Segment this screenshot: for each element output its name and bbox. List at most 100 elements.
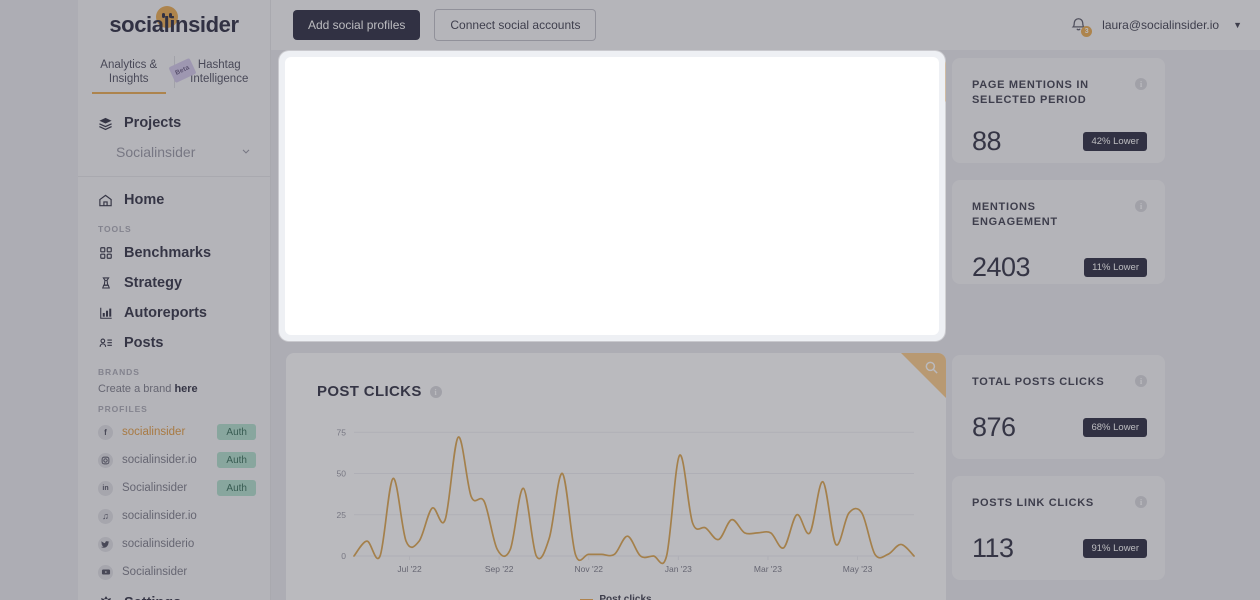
sidebar-item-projects[interactable]: Projects xyxy=(78,108,270,138)
user-menu-chevron-icon[interactable]: ▼ xyxy=(1233,20,1242,30)
tab-hashtag-line1: Hashtag xyxy=(197,59,241,71)
sidebar-item-autoreports[interactable]: Autoreports xyxy=(78,298,270,328)
projects-section: Projects Socialinsider xyxy=(78,94,270,166)
profile-item-tiktok[interactable]: ♫ socialinsider.io xyxy=(78,502,270,530)
kpi-value: 876 xyxy=(972,412,1016,442)
group-label-brands: BRANDS xyxy=(98,367,140,377)
clicks-expand-button[interactable] xyxy=(901,353,946,398)
profile-name: socialinsider.io xyxy=(122,510,197,522)
instagram-icon xyxy=(98,452,113,468)
tab-analytics-insights[interactable]: Analytics & Insights xyxy=(84,50,174,94)
sidebar-item-settings[interactable]: Settings xyxy=(78,588,270,600)
mentions-legend: Mentions xyxy=(286,284,946,295)
status-badge: 68% Lower xyxy=(1083,418,1147,437)
posts-label: Posts xyxy=(124,335,164,351)
kpi-row: 113 91% Lower xyxy=(972,533,1147,564)
tab-analytics-line1: Analytics & xyxy=(100,59,158,71)
posts-icon xyxy=(98,336,113,351)
twitter-icon xyxy=(98,536,113,552)
profile-name: Socialinsider xyxy=(122,566,188,578)
mentions-expand-button[interactable] xyxy=(901,57,946,102)
kpi-head: PAGE MENTIONS IN SELECTED PERIOD i xyxy=(972,78,1147,108)
kpi-value: 88 xyxy=(972,126,1002,156)
kpi-row: 88 42% Lower xyxy=(972,126,1147,157)
svg-text:15: 15 xyxy=(345,119,355,129)
svg-text:Sep '22: Sep '22 xyxy=(491,256,520,266)
sidebar-item-home[interactable]: Home xyxy=(78,185,270,215)
app-root: socialinsider Analytics & Insights Beta … xyxy=(0,0,1260,600)
legend-label: Post clicks xyxy=(599,594,652,600)
status-badge: 11% Lower xyxy=(1084,258,1147,277)
sidebar-item-benchmarks[interactable]: Benchmarks xyxy=(78,238,270,268)
kpi-posts-link-clicks: POSTS LINK CLICKS i 113 91% Lower xyxy=(952,476,1165,580)
kpi-label: TOTAL POSTS CLICKS xyxy=(972,376,1105,388)
svg-text:Sep '22: Sep '22 xyxy=(485,564,514,574)
kpi-label: PAGE MENTIONS IN SELECTED PERIOD xyxy=(972,79,1089,106)
group-label-tools: TOOLS xyxy=(98,224,132,234)
strategy-label: Strategy xyxy=(124,275,183,291)
kpi-value: 2403 xyxy=(972,252,1031,282)
grid-icon xyxy=(98,246,113,261)
kpi-head: MENTIONS ENGAGEMENT i xyxy=(972,200,1147,230)
info-icon[interactable]: i xyxy=(429,385,442,398)
youtube-icon xyxy=(98,564,113,580)
svg-text:0: 0 xyxy=(349,243,354,253)
kpi-value: 113 xyxy=(972,533,1014,563)
card-mentions-evolution: MENTIONS EVOLUTION i # of mentions 0 5 10 15… xyxy=(286,57,946,335)
tiktok-icon: ♫ xyxy=(98,508,113,524)
kpi-mentions-engagement: MENTIONS ENGAGEMENT i 2403 11% Lower xyxy=(952,180,1165,284)
notification-badge: 3 xyxy=(1081,26,1093,37)
profile-name: socialinsiderio xyxy=(122,538,195,550)
chess-icon xyxy=(98,276,113,291)
tab-hashtag-line2: Intelligence xyxy=(190,73,249,85)
svg-text:5: 5 xyxy=(349,202,354,212)
clicks-legend: Post clicks xyxy=(286,594,946,600)
app-logo[interactable]: socialinsider xyxy=(78,0,270,50)
svg-text:May '23: May '23 xyxy=(844,256,874,266)
linkedin-icon: in xyxy=(98,480,113,496)
info-icon[interactable]: i xyxy=(1135,78,1147,90)
notifications-button[interactable]: 3 xyxy=(1070,16,1093,37)
svg-text:25: 25 xyxy=(337,510,347,520)
profile-item-youtube[interactable]: Socialinsider xyxy=(78,558,270,586)
post-clicks-chart: 0 25 50 75 Jul '22 Sep '22 Nov '22 Jan '23 Mar '… xyxy=(337,427,915,574)
home-label: Home xyxy=(124,192,165,208)
project-selector[interactable]: Socialinsider xyxy=(78,138,270,166)
user-email[interactable]: laura@socialinsider.io xyxy=(1102,18,1219,32)
benchmarks-label: Benchmarks xyxy=(124,245,212,261)
profile-item-twitter[interactable]: socialinsiderio xyxy=(78,530,270,558)
info-icon[interactable]: i xyxy=(1135,496,1147,508)
clicks-title-row: POST CLICKS i xyxy=(286,353,946,400)
chevron-down-icon xyxy=(240,144,252,160)
profile-item-facebook[interactable]: f socialinsider Auth xyxy=(78,418,270,446)
profile-name: socialinsider.io xyxy=(122,454,197,466)
legend-label: Mentions xyxy=(603,284,648,295)
layers-icon xyxy=(98,116,113,131)
group-label-profiles: PROFILES xyxy=(98,404,148,414)
create-brand-link[interactable]: here xyxy=(174,383,197,395)
svg-text:Mar '23: Mar '23 xyxy=(756,256,784,266)
sidebar-item-posts[interactable]: Posts xyxy=(78,328,270,358)
connect-social-accounts-button[interactable]: Connect social accounts xyxy=(434,9,597,41)
kpi-head: POSTS LINK CLICKS i xyxy=(972,496,1147,511)
svg-text:Jan '23: Jan '23 xyxy=(665,564,692,574)
add-social-profiles-button[interactable]: Add social profiles xyxy=(293,10,421,40)
status-badge: 42% Lower xyxy=(1083,132,1147,151)
info-icon[interactable]: i xyxy=(1135,375,1147,387)
page-title: MENTIONS EVOLUTION xyxy=(317,87,495,104)
create-brand-text: Create a brand here xyxy=(78,381,270,395)
facebook-icon: f xyxy=(98,424,113,440)
sidebar-item-strategy[interactable]: Strategy xyxy=(78,268,270,298)
tab-hashtag-intelligence[interactable]: Beta Hashtag Intelligence xyxy=(167,50,265,94)
auth-badge: Auth xyxy=(217,424,256,440)
main-content: MENTIONS EVOLUTION i # of mentions 0 5 10 15… xyxy=(271,50,1260,600)
info-icon[interactable]: i xyxy=(502,89,515,102)
kpi-label: MENTIONS ENGAGEMENT xyxy=(972,201,1058,228)
info-icon[interactable]: i xyxy=(1135,200,1147,212)
profile-item-instagram[interactable]: socialinsider.io Auth xyxy=(78,446,270,474)
card-title-post-clicks: POST CLICKS xyxy=(317,383,422,400)
search-icon xyxy=(924,64,939,84)
svg-text:50: 50 xyxy=(337,469,347,479)
tab-analytics-line2: Insights xyxy=(108,73,149,85)
profile-item-linkedin[interactable]: in Socialinsider Auth xyxy=(78,474,270,502)
